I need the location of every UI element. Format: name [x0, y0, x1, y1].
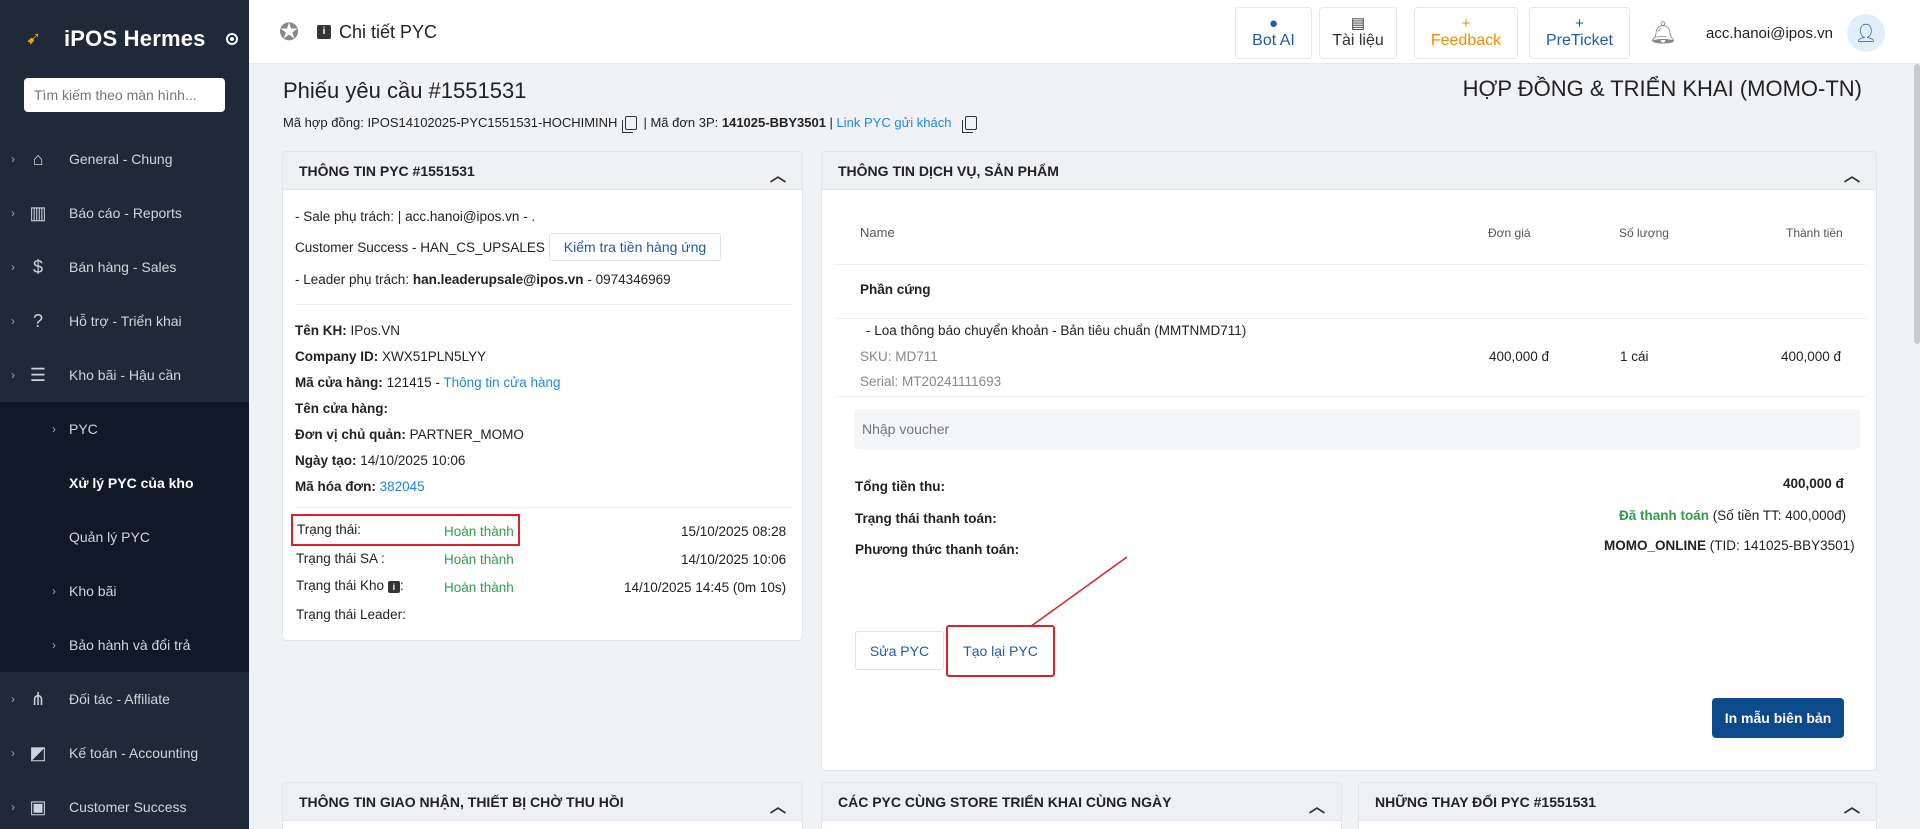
chevron-up-icon[interactable]: ︿ — [1309, 793, 1325, 817]
recreate-pyc-button[interactable]: Tạo lại PYC — [946, 625, 1055, 677]
card-title: CÁC PYC CÙNG STORE TRIỂN KHAI CÙNG NGÀY — [838, 793, 1172, 810]
same-store-card: CÁC PYC CÙNG STORE TRIỂN KHAI CÙNG NGÀY … — [821, 782, 1342, 829]
delivery-header[interactable]: THÔNG TIN GIAO NHẬN, THIẾT BỊ CHỜ THU HỒ… — [283, 783, 802, 821]
print-minutes-button[interactable]: In mẫu biên bản — [1712, 698, 1844, 738]
chevron-up-icon[interactable]: ︿ — [1844, 793, 1860, 817]
edit-pyc-button[interactable]: Sửa PYC — [855, 631, 944, 670]
delivery-card: THÔNG TIN GIAO NHẬN, THIẾT BỊ CHỜ THU HỒ… — [282, 782, 803, 829]
same-store-header[interactable]: CÁC PYC CÙNG STORE TRIỂN KHAI CÙNG NGÀY … — [822, 783, 1341, 821]
changes-card: NHỮNG THAY ĐỔI PYC #1551531 ︿ — [1358, 782, 1877, 829]
changes-header[interactable]: NHỮNG THAY ĐỔI PYC #1551531 ︿ — [1359, 783, 1876, 821]
chevron-up-icon[interactable]: ︿ — [770, 793, 786, 817]
page-scrollbar[interactable] — [1914, 64, 1920, 344]
card-title: NHỮNG THAY ĐỔI PYC #1551531 — [1375, 793, 1596, 810]
annotation-arrow — [1010, 556, 1128, 641]
card-title: THÔNG TIN GIAO NHẬN, THIẾT BỊ CHỜ THU HỒ… — [299, 793, 624, 810]
